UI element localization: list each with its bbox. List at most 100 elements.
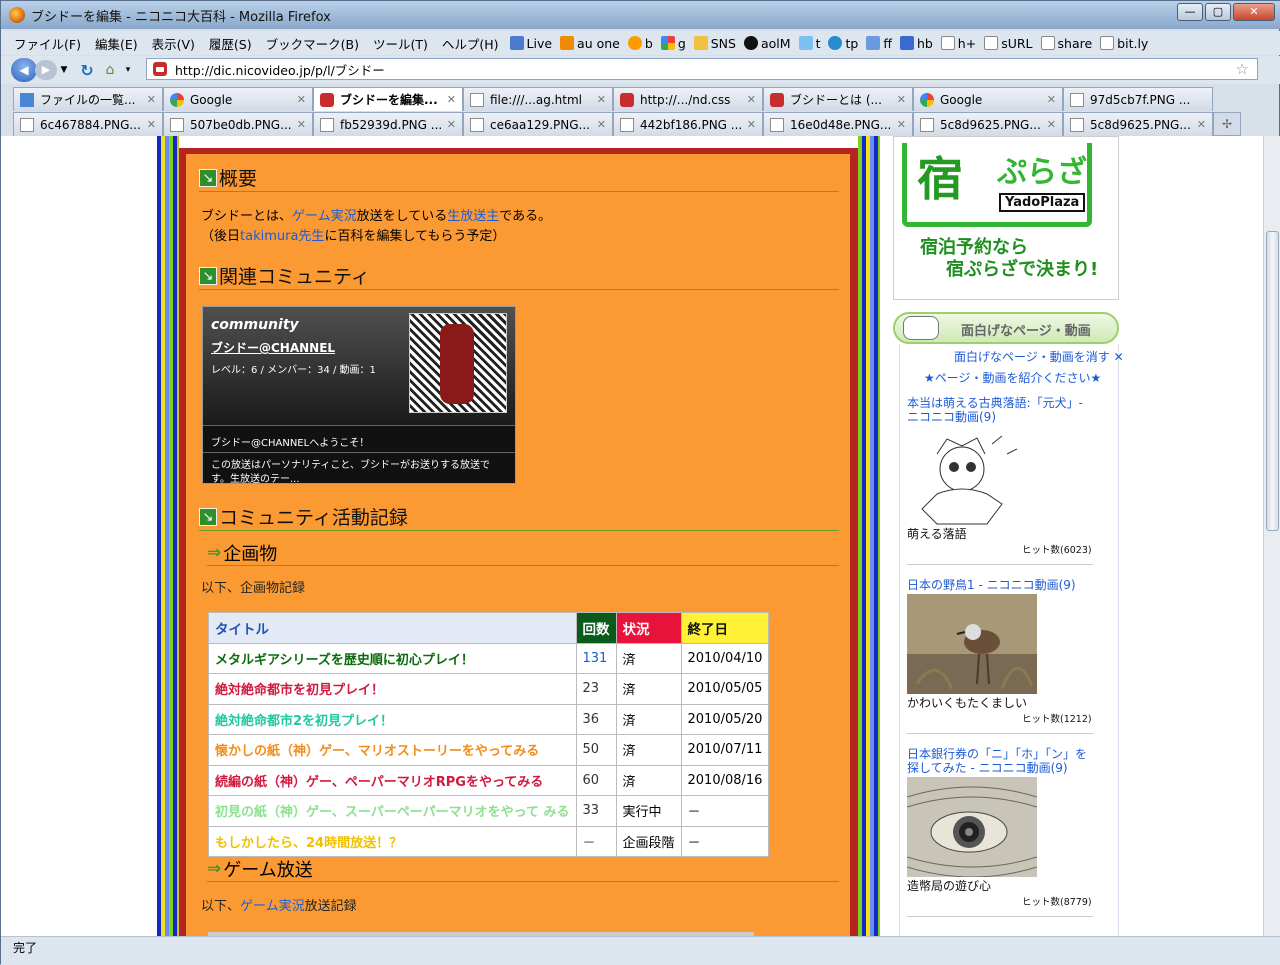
link-game-jikkyou[interactable]: ゲーム実況	[292, 209, 357, 224]
bookmark-t[interactable]: t	[795, 36, 825, 51]
tab-4[interactable]: file:///...ag.html ✕	[463, 87, 613, 111]
bookmark-b[interactable]: b	[624, 36, 657, 51]
heading-text: ゲーム放送	[223, 859, 313, 881]
tab-15[interactable]: 5c8d9625.PNG... ✕	[913, 112, 1063, 136]
tab-close-icon[interactable]: ✕	[447, 93, 456, 106]
home-dropdown-icon[interactable]: ▾	[123, 65, 133, 75]
bookmark-star-icon[interactable]: ☆	[1236, 60, 1249, 78]
tab-close-icon[interactable]: ✕	[147, 118, 156, 131]
item-3-link[interactable]: 日本銀行券の「ニ」「ホ」「ン」を探してみた - ニコニコ動画(9)	[907, 747, 1097, 775]
reload-icon[interactable]: ↻	[77, 61, 97, 80]
menu-history[interactable]: 履歴(S)	[202, 34, 259, 53]
link-game-jikkyou[interactable]: ゲーム実況	[240, 899, 305, 914]
bookmark-tp[interactable]: tp	[824, 36, 862, 51]
bookmark-g[interactable]: g	[657, 36, 690, 51]
tab-close-icon[interactable]: ✕	[1197, 118, 1206, 131]
tab-close-icon[interactable]: ✕	[597, 118, 606, 131]
bookmark-share[interactable]: share	[1037, 36, 1097, 51]
close-button[interactable]: ✕	[1233, 3, 1275, 21]
tab-13[interactable]: 442bf186.PNG ... ✕	[613, 112, 763, 136]
tab-1[interactable]: ファイルの一覧... ✕	[13, 87, 163, 111]
url-text[interactable]: http://dic.nicovideo.jp/p/l/ブシドー	[175, 60, 385, 79]
tab-8[interactable]: 97d5cb7f.PNG ...	[1063, 87, 1213, 111]
tab-12[interactable]: ce6aa129.PNG... ✕	[463, 112, 613, 136]
cell-status: 済	[615, 764, 682, 796]
community-card[interactable]: community ブシドー@CHANNEL レベル：6 / メンバー：34 /…	[202, 306, 516, 485]
link-takimura[interactable]: takimura先生	[240, 229, 324, 244]
item-2-link[interactable]: 日本の野鳥1 - ニコニコ動画(9)	[907, 578, 1097, 592]
item-1-thumbnail[interactable]	[907, 434, 1037, 534]
bookmark-hplus[interactable]: h+	[937, 36, 980, 51]
back-button[interactable]: ◀	[11, 58, 37, 82]
bookmark-label: bit.ly	[1117, 35, 1149, 51]
link-namahousounushi[interactable]: 生放送主	[447, 209, 499, 224]
community-name-link[interactable]: ブシドー@CHANNEL	[211, 339, 335, 356]
bookmark-icon	[866, 36, 881, 50]
menu-file[interactable]: ファイル(F)	[7, 34, 88, 53]
maximize-button[interactable]: ▢	[1205, 3, 1231, 21]
hide-omoshiroge-link[interactable]: 面白げなページ・動画を消す ✕	[954, 348, 1124, 365]
introduce-link[interactable]: ★ページ・動画を紹介ください★	[924, 369, 1101, 386]
tab-5[interactable]: http://.../nd.css ✕	[613, 87, 763, 111]
tab-close-icon[interactable]: ✕	[1047, 118, 1056, 131]
menu-tools[interactable]: ツール(T)	[366, 34, 435, 53]
menu-edit[interactable]: 編集(E)	[88, 34, 145, 53]
tab-close-icon[interactable]: ✕	[447, 118, 456, 131]
bookmark-label: aolM	[760, 35, 791, 51]
menu-bar: ファイル(F) 編集(E) 表示(V) 履歴(S) ブックマーク(B) ツール(…	[1, 31, 1280, 55]
tab-10[interactable]: 507be0db.PNG... ✕	[163, 112, 313, 136]
cell-title: メタルギアシリーズを歴史順に初心プレイ！	[208, 642, 577, 674]
item-2-thumbnail[interactable]	[907, 594, 1037, 694]
minimize-button[interactable]: —	[1177, 3, 1203, 21]
tab-close-icon[interactable]: ✕	[897, 93, 906, 106]
tab-2[interactable]: Google ✕	[163, 87, 313, 111]
tab-close-icon[interactable]: ✕	[297, 118, 306, 131]
forward-button[interactable]: ▶	[35, 60, 57, 80]
tab-close-icon[interactable]: ✕	[747, 118, 756, 131]
tab-close-icon[interactable]: ✕	[147, 93, 156, 106]
decorative-stripe-right	[858, 136, 880, 936]
google-icon	[170, 92, 184, 107]
community-thumbnail[interactable]	[409, 313, 507, 413]
vertical-scrollbar[interactable]	[1263, 136, 1280, 936]
item-2-caption: かわいくもたくましい	[907, 696, 1028, 710]
menu-help[interactable]: ヘルプ(H)	[435, 34, 506, 53]
menu-view[interactable]: 表示(V)	[145, 34, 202, 53]
bookmark-live[interactable]: Live	[506, 36, 557, 51]
bookmark-ff[interactable]: ff	[862, 36, 896, 51]
item-1-link[interactable]: 本当は萌える古典落語:「元犬」- ニコニコ動画(9)	[907, 396, 1097, 424]
tab-16[interactable]: 5c8d9625.PNG... ✕	[1063, 112, 1213, 136]
bookmark-hb[interactable]: hb	[896, 36, 937, 51]
bookmark-bitly[interactable]: bit.ly	[1096, 36, 1152, 51]
home-icon[interactable]: ⌂	[99, 62, 121, 78]
tab-11[interactable]: fb52939d.PNG ... ✕	[313, 112, 463, 136]
bookmark-auone[interactable]: au one	[556, 36, 624, 51]
bookmark-icon	[509, 36, 524, 50]
tab-6[interactable]: ブシドーとは (... ✕	[763, 87, 913, 111]
history-dropdown-icon[interactable]: ▼	[59, 65, 69, 75]
tab-label: 16e0d48e.PNG...	[790, 117, 892, 132]
tab-14[interactable]: 16e0d48e.PNG... ✕	[763, 112, 913, 136]
tab-3-active[interactable]: ブシドーを編集... ✕	[313, 87, 463, 111]
tab-9[interactable]: 6c467884.PNG... ✕	[13, 112, 163, 136]
tab-strip-row2: 6c467884.PNG... ✕ 507be0db.PNG... ✕ fb5293…	[1, 110, 1280, 136]
url-bar[interactable]: http://dic.nicovideo.jp/p/l/ブシドー ☆	[146, 58, 1258, 80]
bookmark-icon	[798, 36, 813, 50]
folder-icon	[693, 36, 708, 50]
yadoplaza-ad-banner[interactable]: 宿 ぷらざ YadoPlaza 宿泊予約なら 宿ぷらざで決まり!	[893, 136, 1119, 300]
bookmark-aolm[interactable]: aolM	[740, 36, 795, 51]
bookmark-sns[interactable]: SNS	[690, 36, 740, 51]
tab-close-icon[interactable]: ✕	[1047, 93, 1056, 106]
tab-close-icon[interactable]: ✕	[597, 93, 606, 106]
tab-7[interactable]: Google ✕	[913, 87, 1063, 111]
bookmark-surl[interactable]: sURL	[980, 36, 1036, 51]
menu-bookmarks[interactable]: ブックマーク(B)	[259, 34, 366, 53]
new-tab-button[interactable]: ✢	[1213, 112, 1241, 136]
tab-close-icon[interactable]: ✕	[297, 93, 306, 106]
item-3-thumbnail[interactable]	[907, 777, 1037, 877]
scrollbar-thumb[interactable]	[1266, 231, 1279, 531]
page-icon	[1070, 117, 1084, 132]
tab-close-icon[interactable]: ✕	[747, 93, 756, 106]
tab-close-icon[interactable]: ✕	[897, 118, 906, 131]
cell-count[interactable]: 131	[575, 642, 617, 674]
